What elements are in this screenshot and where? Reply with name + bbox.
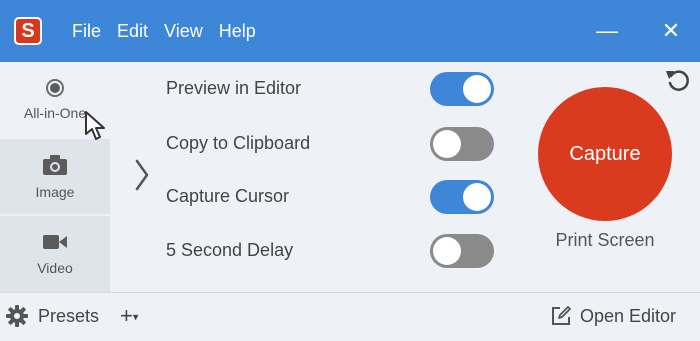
- option-5-second-delay: 5 Second Delay: [166, 230, 506, 270]
- mode-video[interactable]: Video: [0, 216, 110, 292]
- option-label: Copy to Clipboard: [166, 132, 311, 153]
- add-preset-button[interactable]: +▾: [120, 303, 138, 329]
- menu-view[interactable]: View: [156, 21, 211, 42]
- gear-icon: [6, 305, 28, 327]
- option-copy-to-clipboard: Copy to Clipboard: [166, 123, 506, 163]
- mode-video-label: Video: [37, 260, 73, 276]
- mouse-cursor-icon: [85, 111, 105, 140]
- reset-icon[interactable]: [664, 66, 692, 94]
- copy-to-clipboard-toggle[interactable]: [430, 127, 494, 161]
- toggle-knob: [433, 130, 461, 158]
- snagit-logo-icon: S: [14, 17, 42, 45]
- chevron-right-icon[interactable]: [134, 158, 150, 192]
- option-label: Preview in Editor: [166, 77, 302, 98]
- toggle-knob: [463, 75, 491, 103]
- toggle-knob: [433, 237, 461, 265]
- edit-icon: [552, 306, 571, 325]
- presets-label: Presets: [38, 305, 100, 326]
- minimize-button[interactable]: —: [582, 0, 632, 62]
- capture-mode-sidebar: All-in-One Image Video: [0, 62, 110, 292]
- capture-shortcut-label: Print Screen: [555, 230, 655, 250]
- option-label: 5 Second Delay: [166, 239, 294, 260]
- mode-all-in-one-label: All-in-One: [23, 104, 87, 121]
- open-editor-button[interactable]: Open Editor: [550, 305, 676, 327]
- title-bar: S File Edit View Help — ✕: [0, 0, 700, 62]
- mode-image[interactable]: Image: [0, 139, 110, 214]
- menu-edit[interactable]: Edit: [109, 21, 156, 42]
- dropdown-caret-icon: ▾: [132, 311, 139, 324]
- plus-icon: +: [120, 303, 133, 328]
- option-capture-cursor: Capture Cursor: [166, 176, 506, 216]
- presets-button[interactable]: Presets: [6, 305, 99, 327]
- option-preview-in-editor: Preview in Editor: [166, 68, 506, 108]
- 5-second-delay-toggle[interactable]: [430, 234, 494, 268]
- preview-in-editor-toggle[interactable]: [430, 72, 494, 106]
- camera-icon: [43, 154, 67, 175]
- capture-button[interactable]: Capture: [538, 87, 672, 221]
- capture-cursor-toggle[interactable]: [430, 180, 494, 214]
- menu-bar: File Edit View Help: [64, 0, 264, 62]
- menu-help[interactable]: Help: [211, 21, 264, 42]
- footer-bar: Presets +▾ Open Editor: [0, 292, 700, 341]
- open-editor-label: Open Editor: [580, 305, 677, 326]
- radio-icon: [46, 78, 64, 97]
- option-label: Capture Cursor: [166, 185, 290, 206]
- mode-image-label: Image: [35, 183, 75, 200]
- menu-file[interactable]: File: [64, 21, 109, 42]
- video-camera-icon: [43, 235, 67, 249]
- close-button[interactable]: ✕: [646, 0, 696, 62]
- toggle-knob: [463, 183, 491, 211]
